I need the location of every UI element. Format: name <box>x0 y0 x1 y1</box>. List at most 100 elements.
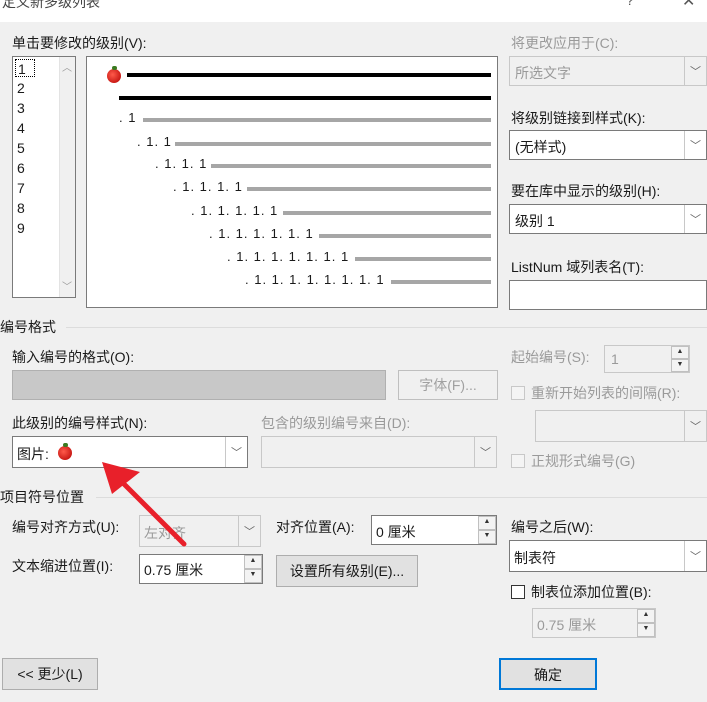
preview-line <box>283 211 491 215</box>
level-item-3[interactable]: 3 <box>15 99 35 117</box>
legal-label: 正规形式编号(G) <box>531 453 636 469</box>
position-section-label: 项目符号位置 <box>0 489 84 505</box>
preview-row-6: . 1. 1. 1. 1. 1 <box>191 203 279 218</box>
level-list-scrollbar[interactable]: ︿ ﹀ <box>59 57 75 297</box>
start-at-spinner[interactable]: 1 ▲ ▼ <box>604 345 690 373</box>
restart-label: 重新开始列表的间隔(R): <box>531 385 681 401</box>
section-divider <box>66 327 707 328</box>
ok-button[interactable]: 确定 <box>499 658 597 690</box>
scroll-up-icon[interactable]: ︿ <box>62 59 72 74</box>
listnum-input[interactable] <box>509 280 707 310</box>
indent-spinner[interactable]: 0.75 厘米 ▲ ▼ <box>139 554 263 584</box>
spin-down-icon[interactable]: ▼ <box>671 359 689 372</box>
close-button[interactable]: ✕ <box>682 0 695 11</box>
spinner-buttons[interactable]: ▲ ▼ <box>671 346 689 372</box>
apply-to-value: 所选文字 <box>515 65 571 81</box>
listnum-label: ListNum 域列表名(T): <box>511 259 644 275</box>
spin-up-icon[interactable]: ▲ <box>637 609 655 623</box>
preview-row-8: . 1. 1. 1. 1. 1. 1. 1 <box>227 249 350 264</box>
include-level-label: 包含的级别编号来自(D): <box>261 415 411 431</box>
help-button[interactable]: ? <box>626 0 634 8</box>
gallery-level-value: 级别 1 <box>515 213 555 229</box>
preview-row-7: . 1. 1. 1. 1. 1. 1 <box>209 226 314 241</box>
preview-pane: . 1 . 1. 1 . 1. 1. 1 . 1. 1. 1. 1 . 1. 1… <box>86 56 498 308</box>
spin-down-icon[interactable]: ▼ <box>244 569 262 583</box>
legal-checkbox[interactable] <box>511 454 525 468</box>
start-at-value: 1 <box>611 351 619 367</box>
tab-stop-label: 制表位添加位置(B): <box>531 584 652 600</box>
spinner-buttons[interactable]: ▲ ▼ <box>478 516 496 544</box>
chevron-down-icon[interactable]: ﹀ <box>225 437 247 467</box>
chevron-down-icon[interactable]: ﹀ <box>684 205 706 233</box>
spin-down-icon[interactable]: ▼ <box>478 530 496 544</box>
spinner-buttons[interactable]: ▲ ▼ <box>637 609 655 637</box>
preview-line <box>391 280 491 284</box>
level-list[interactable]: 1 2 3 4 5 6 7 8 9 ︿ ﹀ <box>12 56 76 298</box>
level-item-5[interactable]: 5 <box>15 139 35 157</box>
less-button[interactable]: << 更少(L) <box>2 658 98 690</box>
start-at-label: 起始编号(S): <box>511 349 590 365</box>
arrow-shaft <box>111 471 187 547</box>
title-bar: 定义新多级列表 ? ✕ <box>0 0 707 22</box>
spinner-buttons[interactable]: ▲ ▼ <box>244 555 262 583</box>
chevron-down-icon[interactable]: ﹀ <box>684 541 706 571</box>
preview-line <box>175 142 491 146</box>
restart-select[interactable]: ﹀ <box>535 410 707 442</box>
preview-line <box>319 234 491 238</box>
scroll-down-icon[interactable]: ﹀ <box>62 278 72 293</box>
preview-row-2: . 1 <box>119 110 137 125</box>
preview-line <box>247 187 491 191</box>
level-item-1[interactable]: 1 <box>15 59 35 77</box>
number-style-value: 图片: <box>17 446 49 462</box>
indent-value: 0.75 厘米 <box>144 562 204 578</box>
spin-up-icon[interactable]: ▲ <box>478 516 496 530</box>
gallery-level-label: 要在库中显示的级别(H): <box>511 183 661 199</box>
set-all-levels-button[interactable]: 设置所有级别(E)... <box>276 555 418 587</box>
level-item-9[interactable]: 9 <box>15 219 35 237</box>
level-item-4[interactable]: 4 <box>15 119 35 137</box>
aligned-at-value: 0 厘米 <box>376 524 416 540</box>
aligned-at-label: 对齐位置(A): <box>276 519 355 535</box>
chevron-down-icon[interactable]: ﹀ <box>474 437 496 467</box>
chevron-down-icon[interactable]: ﹀ <box>684 131 706 159</box>
preview-line <box>211 164 491 168</box>
level-item-2[interactable]: 2 <box>15 79 35 97</box>
preview-line <box>143 118 491 122</box>
restart-checkbox[interactable] <box>511 386 525 400</box>
font-button[interactable]: 字体(F)... <box>398 370 498 400</box>
follow-number-value: 制表符 <box>514 550 556 566</box>
arrow-head <box>102 462 140 494</box>
chevron-down-icon[interactable]: ﹀ <box>684 57 706 85</box>
apple-picture-icon <box>107 66 121 83</box>
preview-level1-wrap-line <box>119 96 491 100</box>
number-format-input[interactable] <box>12 370 386 400</box>
apple-picture-icon <box>58 443 72 460</box>
aligned-at-spinner[interactable]: 0 厘米 ▲ ▼ <box>371 515 497 545</box>
link-style-value: (无样式) <box>515 139 567 155</box>
gallery-level-select[interactable]: 级别 1 ﹀ <box>509 204 707 234</box>
apply-to-select[interactable]: 所选文字 ﹀ <box>509 56 707 86</box>
chevron-down-icon[interactable]: ﹀ <box>238 516 260 546</box>
include-level-select[interactable]: ﹀ <box>261 436 497 468</box>
spin-down-icon[interactable]: ▼ <box>637 623 655 637</box>
style-label: 此级别的编号样式(N): <box>12 415 148 431</box>
chevron-down-icon[interactable]: ﹀ <box>684 411 706 441</box>
tab-stop-value: 0.75 厘米 <box>537 617 597 633</box>
tab-stop-checkbox[interactable] <box>511 585 525 599</box>
tab-stop-spinner[interactable]: 0.75 厘米 ▲ ▼ <box>532 608 656 638</box>
follow-number-select[interactable]: 制表符 ﹀ <box>509 540 707 572</box>
level-item-8[interactable]: 8 <box>15 199 35 217</box>
preview-row-5: . 1. 1. 1. 1 <box>173 179 243 194</box>
spin-up-icon[interactable]: ▲ <box>244 555 262 569</box>
number-format-section-label: 编号格式 <box>0 319 56 335</box>
preview-row-3: . 1. 1 <box>137 134 172 149</box>
level-item-6[interactable]: 6 <box>15 159 35 177</box>
level-item-7[interactable]: 7 <box>15 179 35 197</box>
indent-label: 文本缩进位置(I): <box>12 558 114 574</box>
window-title: 定义新多级列表 <box>2 0 100 10</box>
spin-up-icon[interactable]: ▲ <box>671 346 689 359</box>
format-label: 输入编号的格式(O): <box>12 349 135 365</box>
link-style-select[interactable]: (无样式) ﹀ <box>509 130 707 160</box>
link-style-label: 将级别链接到样式(K): <box>511 110 646 126</box>
preview-level1-line <box>127 73 491 77</box>
